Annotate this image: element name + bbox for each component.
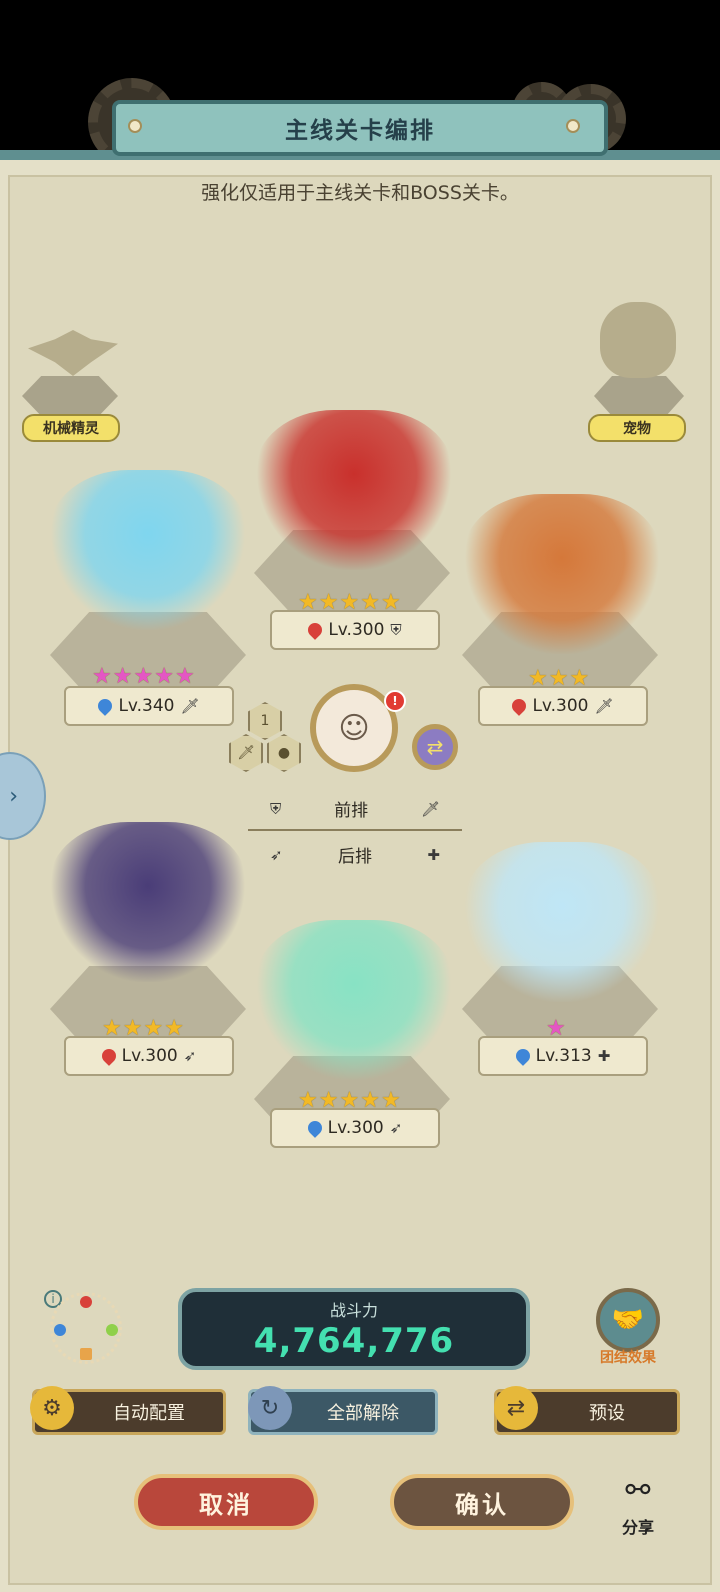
page-title: 主线关卡编排 bbox=[112, 100, 608, 156]
hero-star-rating: ★ ★ ★ ★ ★ bbox=[92, 666, 195, 688]
gear-icon: ⚙ bbox=[30, 1386, 74, 1430]
fire-element-icon bbox=[98, 1046, 119, 1066]
hero-level-box: Lv.300 ➶ bbox=[270, 1108, 440, 1148]
earth-element-icon bbox=[80, 1348, 92, 1360]
shield-icon: ⛨ bbox=[270, 799, 282, 818]
pet-label[interactable]: 宠物 bbox=[588, 414, 686, 442]
combat-power-label: 战斗力 bbox=[329, 1301, 378, 1320]
formation-divider bbox=[248, 829, 462, 831]
bow-icon: ➶ bbox=[270, 845, 283, 864]
subtitle-note: 强化仅适用于主线关卡和BOSS关卡。 bbox=[201, 182, 519, 204]
star-icon: ★ bbox=[92, 664, 112, 689]
share-label[interactable]: 分享 bbox=[612, 1514, 664, 1538]
star-icon: ★ bbox=[112, 664, 133, 689]
team-effect-icon[interactable]: 🤝 bbox=[596, 1288, 660, 1352]
front-row-label: 前排 bbox=[334, 801, 369, 821]
shield-icon: ⛨ bbox=[390, 621, 402, 639]
hero-level-box: Lv.300 ➶ bbox=[64, 1036, 234, 1076]
unlink-icon: ↻ bbox=[248, 1386, 292, 1430]
combat-power-panel: 战斗力 4,764,776 bbox=[178, 1288, 530, 1370]
notification-badge: ! bbox=[384, 690, 406, 712]
hero-level: Lv.313 bbox=[535, 1046, 592, 1066]
title-rivet-right bbox=[566, 119, 580, 133]
back-row-label: 后排 bbox=[338, 847, 372, 867]
team-effect-label[interactable]: 团结效果 bbox=[584, 1347, 672, 1367]
sword-icon: 🗡 bbox=[237, 745, 255, 761]
bow-icon: ➶ bbox=[183, 1047, 197, 1065]
back-row-info: ➶ 后排 ✚ bbox=[270, 842, 440, 868]
hero-level: Lv.300 bbox=[121, 1046, 178, 1066]
heal-icon: ✚ bbox=[427, 845, 440, 864]
share-icon[interactable]: ⚯ bbox=[612, 1466, 664, 1514]
preset-label: 预设 bbox=[589, 1403, 625, 1424]
hero-medusa[interactable] bbox=[48, 822, 248, 982]
hero-masked-lady[interactable] bbox=[254, 410, 454, 570]
mech-spirit-pedestal[interactable] bbox=[22, 376, 118, 416]
fire-element-icon bbox=[509, 696, 530, 716]
fire-element-icon bbox=[305, 620, 326, 640]
heal-icon: ✚ bbox=[597, 1047, 611, 1065]
swap-arrows-icon: ⇄ bbox=[494, 1386, 538, 1430]
fire-element-icon bbox=[80, 1296, 92, 1308]
hero-ice-princess[interactable] bbox=[462, 842, 662, 1002]
combat-power-value: 4,764,776 bbox=[253, 1321, 455, 1361]
hero-level: Lv.300 bbox=[327, 1118, 384, 1138]
sword-icon: 🗡 bbox=[420, 799, 440, 818]
pet-pedestal[interactable] bbox=[594, 376, 684, 416]
chevron-right-icon: › bbox=[9, 783, 18, 809]
front-row-info: ⛨ 前排 🗡 bbox=[270, 796, 440, 822]
swap-button[interactable]: ⇄ bbox=[412, 724, 458, 770]
star-icon: ★ bbox=[174, 664, 195, 689]
hero-dragon[interactable] bbox=[48, 470, 248, 630]
hero-level-box: Lv.340 🗡 bbox=[64, 686, 234, 726]
bow-icon: ➶ bbox=[389, 1119, 403, 1137]
hero-level-box: Lv.300 🗡 bbox=[478, 686, 648, 726]
hero-level-box: Lv.300 ⛨ bbox=[270, 610, 440, 650]
confirm-button[interactable]: 确认 bbox=[390, 1474, 574, 1530]
water-element-icon bbox=[512, 1046, 533, 1066]
star-icon: ★ bbox=[154, 664, 174, 689]
hero-level: Lv.300 bbox=[328, 620, 385, 640]
wind-element-icon bbox=[106, 1324, 118, 1336]
hero-level: Lv.300 bbox=[532, 696, 589, 716]
clear-all-label: 全部解除 bbox=[327, 1403, 399, 1424]
hero-level: Lv.340 bbox=[118, 696, 175, 716]
mech-spirit-label[interactable]: 机械精灵 bbox=[22, 414, 120, 442]
water-element-icon bbox=[95, 696, 116, 716]
hero-elf-mage[interactable] bbox=[254, 920, 454, 1080]
sword-icon: 🗡 bbox=[180, 697, 200, 715]
hero-level-box: Lv.313 ✚ bbox=[478, 1036, 648, 1076]
water-element-icon bbox=[304, 1118, 325, 1138]
sword-icon: 🗡 bbox=[594, 697, 614, 715]
hero-valkyrie[interactable] bbox=[462, 494, 662, 654]
title-rivet-left bbox=[128, 119, 142, 133]
pet-egg-silhouette bbox=[600, 302, 676, 378]
star-icon: ★ bbox=[133, 664, 154, 689]
cancel-button[interactable]: 取消 bbox=[134, 1474, 318, 1530]
auto-config-label: 自动配置 bbox=[113, 1403, 185, 1424]
water-element-icon bbox=[54, 1324, 66, 1336]
